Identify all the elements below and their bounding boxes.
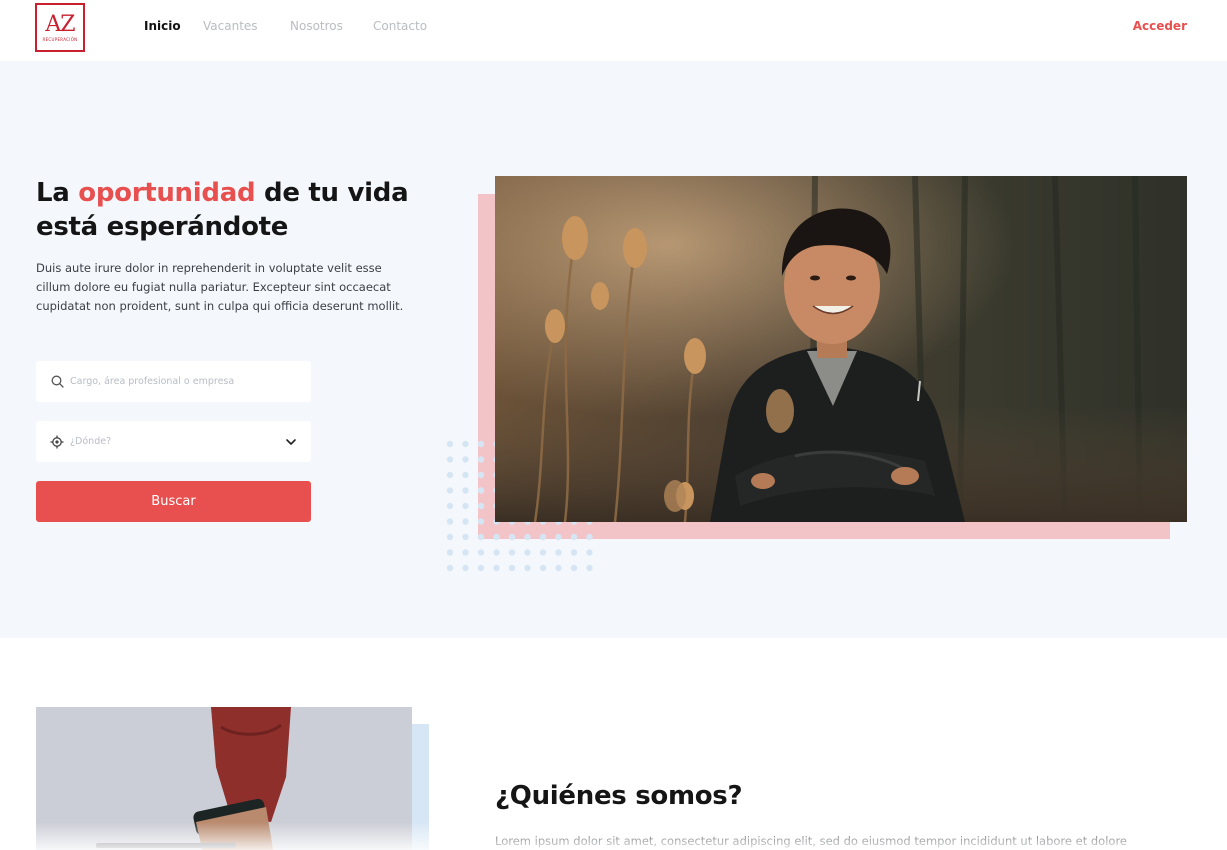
chevron-down-icon[interactable] <box>284 434 298 448</box>
location-target-icon <box>50 435 64 449</box>
nav-item-contacto[interactable]: Contacto <box>373 19 453 33</box>
hero-photo-illustration <box>495 176 1187 522</box>
location-field[interactable] <box>36 421 311 462</box>
search-input[interactable] <box>70 376 270 387</box>
login-link[interactable]: Acceder <box>1133 19 1187 33</box>
logo-mark: AZ <box>45 11 75 37</box>
location-input[interactable] <box>70 436 270 447</box>
hero-headline: La oportunidad de tu vida está esperándo… <box>36 176 456 244</box>
about-title: ¿Quiénes somos? <box>495 781 743 811</box>
nav-item-nosotros[interactable]: Nosotros <box>290 19 370 33</box>
hero-photo-smiling-man <box>495 176 1187 522</box>
search-icon <box>50 375 64 389</box>
about-text: Lorem ipsum dolor sit amet, consectetur … <box>495 834 1128 848</box>
hero-section: La oportunidad de tu vida está esperándo… <box>0 61 1227 638</box>
logo-subtitle: RECUPERACIÓN <box>42 36 78 42</box>
headline-accent: oportunidad <box>78 178 256 208</box>
headline-pre: La <box>36 178 79 208</box>
top-navbar: AZ RECUPERACIÓN Inicio Vacantes Nosotros… <box>0 0 1227 61</box>
nav-item-inicio[interactable]: Inicio <box>144 19 204 33</box>
brand-logo[interactable]: AZ RECUPERACIÓN <box>35 3 85 52</box>
hero-description: Duis aute irure dolor in reprehenderit i… <box>36 261 404 313</box>
nav-item-vacantes[interactable]: Vacantes <box>203 19 283 33</box>
about-photo-raised-fist <box>36 707 412 850</box>
about-photo-illustration <box>36 707 412 850</box>
search-button[interactable]: Buscar <box>36 481 311 522</box>
search-field <box>36 361 311 402</box>
